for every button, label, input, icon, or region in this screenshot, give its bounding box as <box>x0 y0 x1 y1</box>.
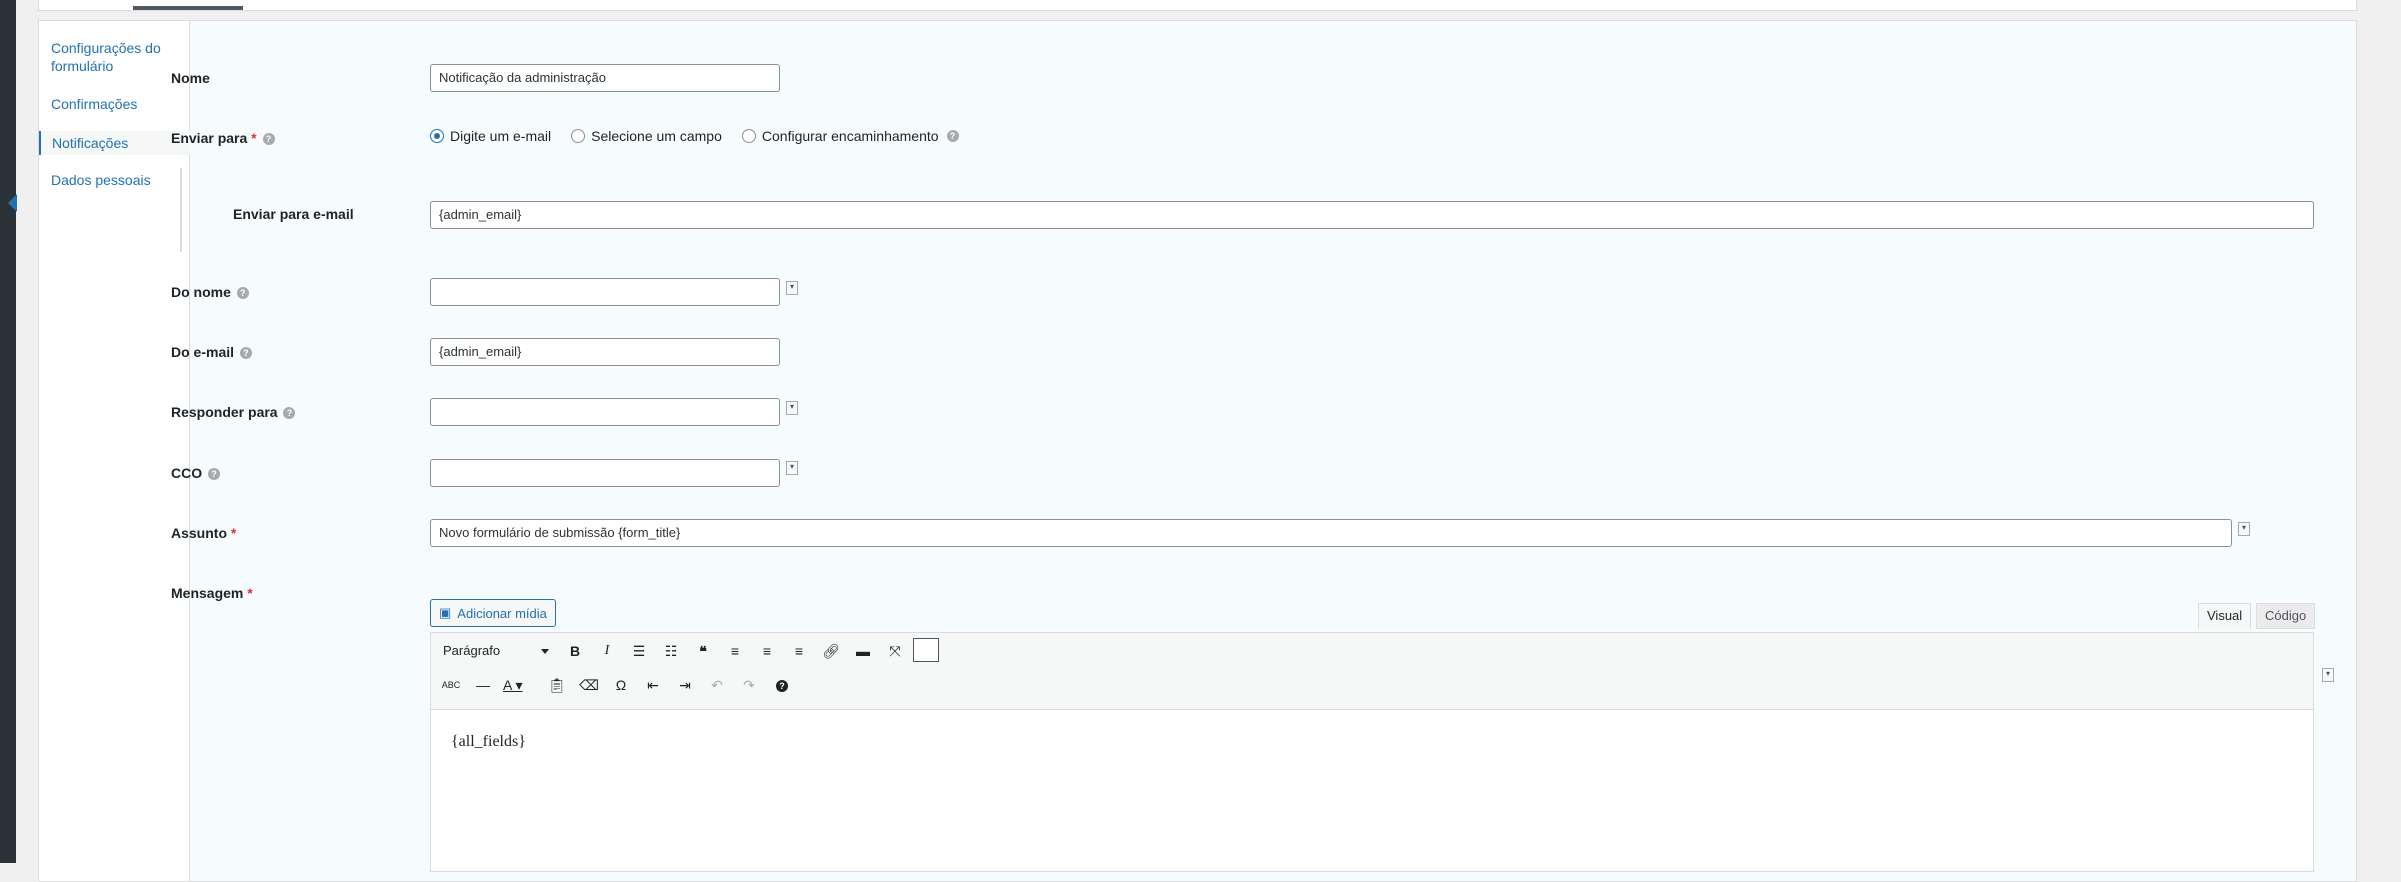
numbered-list-icon[interactable]: ☷ <box>659 639 683 663</box>
outdent-icon[interactable]: ⇤ <box>641 673 665 697</box>
radio-selecione-campo[interactable]: Selecione um campo <box>571 128 722 144</box>
do-nome-input[interactable] <box>430 278 780 306</box>
indent-icon[interactable]: ⇥ <box>673 673 697 697</box>
text-color-icon[interactable]: A ▾ <box>503 673 537 697</box>
fullscreen-icon[interactable]: ⤧ <box>883 639 907 663</box>
subrow-indent-border <box>180 168 182 252</box>
align-right-icon[interactable]: ≡ <box>787 639 811 663</box>
toolbar-toggle-button[interactable] <box>913 638 939 662</box>
radio-digite-email[interactable]: Digite um e-mail <box>430 128 551 144</box>
help-icon[interactable]: ? <box>262 133 275 146</box>
sidenav-item-confirmations[interactable]: Confirmações <box>39 95 189 113</box>
radio-configurar-encaminhamento[interactable]: Configurar encaminhamento? <box>741 128 959 144</box>
top-tabs-strip <box>38 0 2357 11</box>
enviar-para-label: Enviar para * ? <box>171 130 275 146</box>
redo-icon[interactable]: ↷ <box>737 673 761 697</box>
do-email-label: Do e-mail ? <box>171 344 252 360</box>
read-more-icon[interactable]: ▬ <box>851 639 875 663</box>
assunto-input[interactable]: Novo formulário de submissão {form_title… <box>430 519 2232 547</box>
do-nome-label: Do nome ? <box>171 284 249 300</box>
help-icon[interactable]: ? <box>208 468 221 481</box>
media-icon: ▣ <box>439 605 452 620</box>
help-icon[interactable]: ? <box>236 287 249 300</box>
help-icon[interactable]: ? <box>946 130 959 142</box>
help-icon[interactable]: ? <box>769 673 793 697</box>
bold-icon[interactable]: B <box>563 639 587 663</box>
merge-tag-icon[interactable]: ▾ <box>786 281 798 295</box>
do-email-input[interactable]: {admin_email} <box>430 338 780 366</box>
bullet-list-icon[interactable]: ☰ <box>627 639 651 663</box>
blockquote-icon[interactable]: ❝ <box>691 639 715 663</box>
help-icon[interactable]: ? <box>283 407 296 420</box>
enviar-email-input[interactable]: {admin_email} <box>430 201 2314 229</box>
responder-para-label: Responder para ? <box>171 404 296 420</box>
radio-checked-icon <box>430 129 444 143</box>
responder-para-input[interactable] <box>430 398 780 426</box>
enviar-email-label: Enviar para e-mail <box>233 206 354 222</box>
cco-input[interactable] <box>430 459 780 487</box>
link-icon[interactable]: 🔗︎ <box>819 639 843 663</box>
paste-text-icon[interactable]: 📋︎ <box>545 673 569 697</box>
merge-tag-icon[interactable]: ▾ <box>786 461 798 475</box>
editor-toolbar: Parágrafo B I ☰ ☷ ❝ ≡ ≡ ≡ 🔗︎ ▬ ⤧ ABC — A… <box>431 633 2313 710</box>
settings-sidenav: Configurações do formulário Confirmações… <box>39 21 190 881</box>
sidenav-item-form-settings[interactable]: Configurações do formulário <box>39 39 189 75</box>
merge-tag-icon[interactable]: ▾ <box>786 401 798 415</box>
special-character-icon[interactable]: Ω <box>609 673 633 697</box>
clear-formatting-icon[interactable]: ⌫ <box>577 673 601 697</box>
horizontal-line-icon[interactable]: — <box>471 673 495 697</box>
enviar-para-radio-group: Digite um e-mail Selecione um campo Conf… <box>430 128 971 144</box>
add-media-button[interactable]: ▣ Adicionar mídia <box>430 599 556 627</box>
radio-unchecked-icon <box>741 129 756 143</box>
active-tab-indicator <box>133 6 243 10</box>
sidenav-item-notifications[interactable]: Notificações <box>39 131 190 155</box>
merge-tag-icon[interactable]: ▾ <box>2238 522 2250 536</box>
current-menu-arrow <box>8 194 17 212</box>
strikethrough-icon[interactable]: ABC <box>439 673 463 697</box>
italic-icon[interactable]: I <box>595 639 619 663</box>
sidenav-item-personal-data[interactable]: Dados pessoais <box>39 171 189 189</box>
mensagem-label: Mensagem * <box>171 585 253 601</box>
undo-icon[interactable]: ↶ <box>705 673 729 697</box>
editor-content[interactable]: {all_fields} <box>451 733 526 751</box>
assunto-label: Assunto * <box>171 525 237 541</box>
help-icon[interactable]: ? <box>239 347 252 360</box>
tab-code[interactable]: Código <box>2256 603 2316 629</box>
cco-label: CCO ? <box>171 465 221 481</box>
message-editor: Parágrafo B I ☰ ☷ ❝ ≡ ≡ ≡ 🔗︎ ▬ ⤧ ABC — A… <box>430 632 2314 872</box>
tab-visual[interactable]: Visual <box>2198 603 2252 629</box>
nome-label: Nome <box>171 70 210 86</box>
align-center-icon[interactable]: ≡ <box>755 639 779 663</box>
radio-unchecked-icon <box>571 129 586 143</box>
format-select[interactable]: Parágrafo <box>439 639 553 663</box>
admin-sidebar <box>0 0 17 863</box>
merge-tag-icon[interactable]: ▾ <box>2322 668 2334 682</box>
align-left-icon[interactable]: ≡ <box>723 639 747 663</box>
nome-input[interactable]: Notificação da administração <box>430 64 780 92</box>
